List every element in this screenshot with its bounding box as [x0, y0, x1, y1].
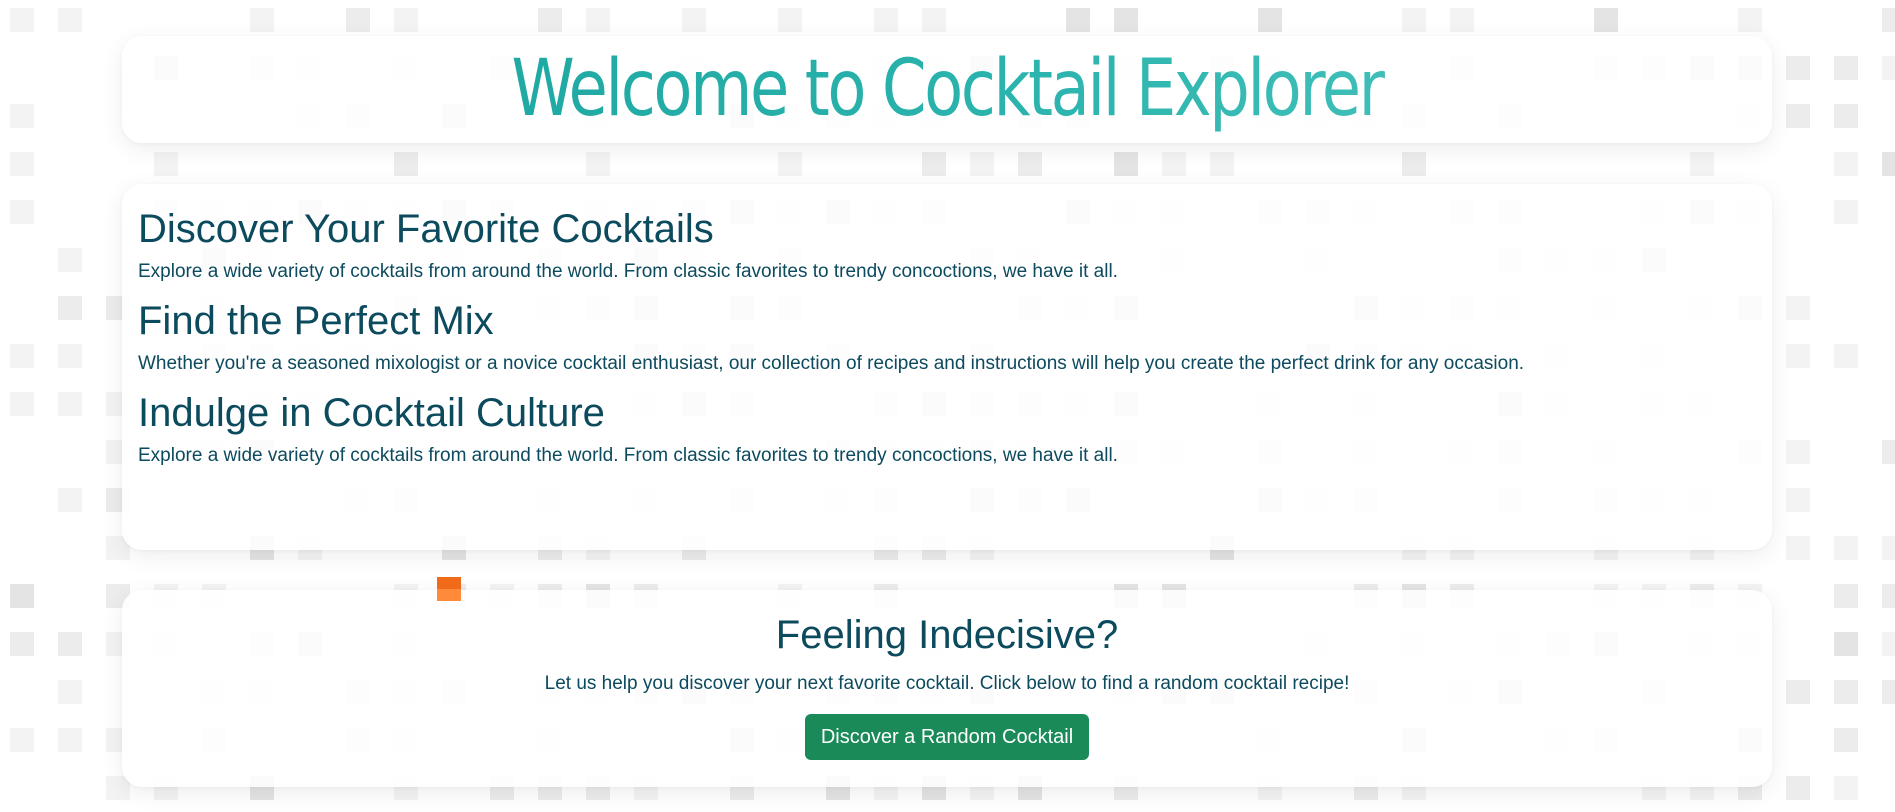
background-tile — [682, 8, 706, 32]
background-tile — [586, 8, 610, 32]
background-tile — [1834, 152, 1858, 176]
random-cocktail-button[interactable]: Discover a Random Cocktail — [804, 714, 1090, 760]
section-heading: Indulge in Cocktail Culture — [138, 391, 605, 435]
background-tile — [1210, 152, 1234, 176]
background-tile — [394, 8, 418, 32]
info-section-perfect-mix: Find the Perfect Mix Whether you're a se… — [138, 298, 1756, 376]
background-tile — [10, 8, 34, 32]
random-cocktail-card: Feeling Indecisive? Let us help you disc… — [122, 590, 1772, 787]
section-heading: Discover Your Favorite Cocktails — [138, 207, 714, 251]
page-title: Welcome to Cocktail Explorer — [271, 36, 1624, 143]
background-tile — [1402, 152, 1426, 176]
background-tile — [874, 8, 898, 32]
background-tile — [1594, 8, 1618, 32]
background-tile — [58, 8, 82, 32]
background-tile — [1786, 440, 1810, 464]
background-tile — [1882, 8, 1895, 32]
section-description: Explore a wide variety of cocktails from… — [138, 261, 1118, 282]
background-tile — [1786, 488, 1810, 512]
background-tile — [1882, 56, 1895, 80]
background-tile — [10, 200, 34, 224]
background-tile — [1786, 104, 1810, 128]
background-tile — [1834, 728, 1858, 752]
background-tile — [1834, 56, 1858, 80]
background-tile — [1018, 152, 1042, 176]
background-tile — [778, 152, 802, 176]
background-tile — [1114, 8, 1138, 32]
cta-description: Let us help you discover your next favor… — [544, 673, 1350, 694]
background-tile — [1882, 680, 1895, 704]
background-tile — [538, 8, 562, 32]
background-tile — [1834, 344, 1858, 368]
background-tile — [250, 8, 274, 32]
background-tile — [1450, 8, 1474, 32]
background-tile — [586, 152, 610, 176]
background-tile — [1258, 8, 1282, 32]
cta-heading: Feeling Indecisive? — [775, 613, 1119, 657]
background-tile — [58, 680, 82, 704]
background-tile — [1882, 632, 1895, 656]
hero-banner: Welcome to Cocktail Explorer — [122, 36, 1772, 143]
background-tile — [1786, 680, 1810, 704]
info-section-culture: Indulge in Cocktail Culture Explore a wi… — [138, 390, 1756, 468]
section-description: Explore a wide variety of cocktails from… — [138, 445, 1118, 466]
background-tile — [1690, 152, 1714, 176]
background-tile — [1162, 152, 1186, 176]
background-tile — [1786, 776, 1810, 800]
background-tile — [10, 728, 34, 752]
background-tile — [58, 728, 82, 752]
background-tile — [10, 104, 34, 128]
background-tile — [58, 392, 82, 416]
background-tile — [10, 392, 34, 416]
background-tile — [1834, 776, 1858, 800]
background-tile — [1834, 536, 1858, 560]
background-tile — [922, 152, 946, 176]
background-tile — [1786, 344, 1810, 368]
background-tile — [1834, 104, 1858, 128]
background-tile — [778, 8, 802, 32]
background-tile — [58, 248, 82, 272]
info-card: Discover Your Favorite Cocktails Explore… — [122, 184, 1772, 550]
background-tile — [154, 152, 178, 176]
background-tile — [346, 8, 370, 32]
background-tile — [1786, 56, 1810, 80]
background-tile — [394, 152, 418, 176]
background-tile — [58, 488, 82, 512]
background-tile — [1066, 8, 1090, 32]
background-tile — [58, 632, 82, 656]
background-tile — [58, 344, 82, 368]
info-section-discover: Discover Your Favorite Cocktails Explore… — [138, 206, 1756, 284]
background-tile — [1882, 584, 1895, 608]
background-tile — [1834, 680, 1858, 704]
background-tile — [1882, 440, 1895, 464]
section-heading: Find the Perfect Mix — [138, 299, 494, 343]
background-tile — [1114, 152, 1138, 176]
background-tile — [1786, 536, 1810, 560]
background-tile — [1834, 632, 1858, 656]
background-tile — [1882, 536, 1895, 560]
background-tile — [10, 152, 34, 176]
background-tile — [10, 344, 34, 368]
accent-square — [437, 577, 461, 601]
background-tile — [1882, 152, 1895, 176]
background-tile — [1786, 296, 1810, 320]
background-tile — [970, 152, 994, 176]
background-tile — [1834, 200, 1858, 224]
background-tile — [1834, 584, 1858, 608]
background-tile — [10, 584, 34, 608]
background-tile — [1402, 8, 1426, 32]
background-tile — [58, 296, 82, 320]
background-tile — [922, 8, 946, 32]
background-tile — [10, 632, 34, 656]
section-description: Whether you're a seasoned mixologist or … — [138, 353, 1525, 374]
background-tile — [1738, 8, 1762, 32]
